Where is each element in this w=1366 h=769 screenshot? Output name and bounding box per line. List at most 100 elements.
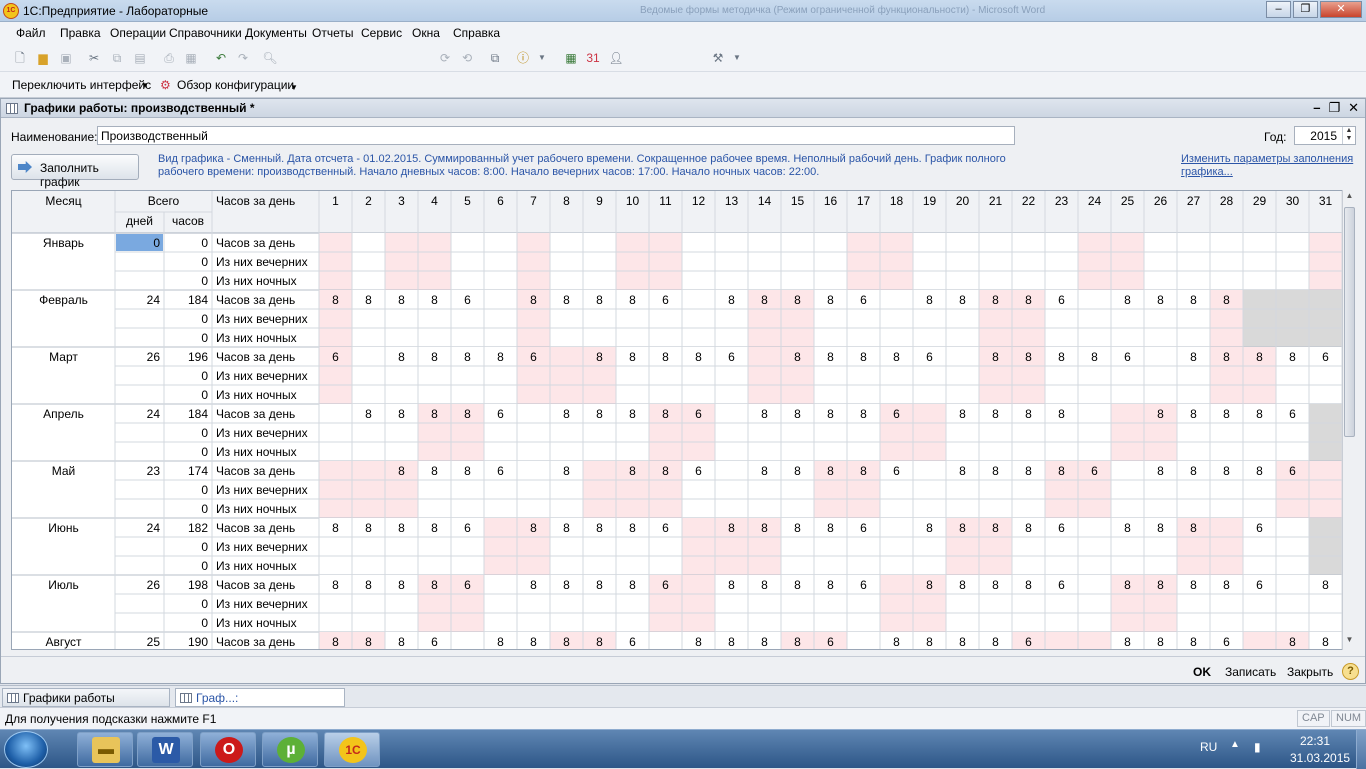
switch-interface-button[interactable]: Переключить интерфейс [12,78,151,92]
find-next-icon[interactable]: ⟳ [437,50,453,66]
tab-work-schedules[interactable]: Графики работы [2,688,170,707]
calculator-icon[interactable]: ▦ [563,50,579,66]
total-days: 24 [147,521,161,535]
close-form-button[interactable]: Закрыть [1287,665,1333,679]
info-icon[interactable]: ⓘ [515,50,531,66]
print-icon[interactable]: ⎙ [161,50,177,66]
chevron-down-icon[interactable]: ▼ [729,50,745,66]
name-field[interactable]: Производственный [97,126,1015,145]
status-hint: Для получения подсказки нажмите F1 [5,712,217,726]
users-icon[interactable]: 👤︎ [608,50,624,66]
scroll-up-icon[interactable]: ▲ [1343,191,1356,205]
vertical-scrollbar[interactable]: ▲ ▼ [1342,190,1356,650]
minimize-icon[interactable]: – [1313,100,1320,116]
open-folder-icon[interactable]: ▆ [35,50,51,66]
day-cell-bg [880,575,913,632]
menu-windows[interactable]: Окна [412,26,440,40]
scroll-thumb[interactable] [1344,207,1355,437]
explorer-taskbar-button[interactable]: ▬ [77,732,133,767]
chevron-down-icon[interactable]: ▼ [534,50,550,66]
day-cell-bg [451,632,484,649]
day-hours: 8 [1223,350,1230,364]
chevron-down-icon[interactable]: ▼ [290,83,298,92]
word-taskbar-button[interactable]: W [137,732,193,767]
battery-icon[interactable]: ▮ [1254,740,1261,754]
show-desktop-button[interactable] [1356,730,1366,769]
tab-schedule-production[interactable]: Граф...: производственный * [175,688,345,719]
menu-file[interactable]: Файл [16,26,46,40]
minimize-button[interactable]: – [1266,1,1291,18]
cut-icon[interactable]: ✂ [86,50,102,66]
header-day-8: 8 [563,194,570,208]
undo-icon[interactable]: ↶ [213,50,229,66]
show-hidden-icon[interactable]: ▲ [1230,739,1240,750]
day-hours: 8 [1322,578,1329,592]
grid-icon [7,693,19,703]
day-hours: 6 [464,293,471,307]
config-overview-button[interactable]: Обзор конфигурации [177,78,294,92]
total-night: 0 [201,445,208,459]
opera-taskbar-button[interactable]: O [200,732,256,767]
day-hours: 8 [1025,578,1032,592]
day-cell-bg [682,290,715,347]
maximize-button[interactable]: ❐ [1293,1,1318,18]
day-hours: 8 [1157,521,1164,535]
day-cell-bg [1309,518,1342,575]
1c-taskbar-button[interactable]: 1С [324,732,380,767]
day-hours: 8 [1157,464,1164,478]
day-hours: 6 [1058,578,1065,592]
schedule-table: Месяц Всего дней часов Часов за день 1 2 3 4 5 6 7 8… [11,190,1356,650]
day-cell-bg [550,233,583,290]
calendar-icon[interactable]: 31 [585,50,601,66]
menu-help[interactable]: Справка [453,26,500,40]
clock-date[interactable]: 31.03.2015 [1290,751,1350,765]
new-document-icon[interactable]: 🗋 [12,50,28,66]
schedule-description: Вид графика - Сменный. Дата отсчета - 01… [158,153,1006,178]
ok-button[interactable]: OK [1193,665,1211,679]
total-night: 0 [201,274,208,288]
day-cell-bg [1210,233,1243,290]
month-name: Май [52,464,76,478]
paste-icon[interactable]: ▤ [132,50,148,66]
save-button[interactable]: Записать [1225,665,1276,679]
copy-icon[interactable]: ⧉ [109,50,125,66]
search-icon[interactable]: 🔍︎ [262,50,278,66]
menu-edit[interactable]: Правка [60,26,101,40]
find-prev-icon[interactable]: ⟲ [459,50,475,66]
background-window-title: Ведомые формы методичка (Режим ограничен… [640,5,1046,16]
scroll-down-icon[interactable]: ▼ [1343,635,1356,649]
redo-icon[interactable]: ↷ [235,50,251,66]
windows-icon[interactable]: ⧉ [487,50,503,66]
day-hours: 6 [860,578,867,592]
close-button[interactable]: ✕ [1320,1,1362,18]
change-params-link[interactable]: Изменить параметры заполнения графика... [1181,153,1361,179]
fill-schedule-button[interactable]: Заполнить график [11,154,139,189]
close-icon[interactable]: ✕ [1348,100,1359,116]
start-button[interactable] [4,731,48,768]
restore-icon[interactable]: ❐ [1328,100,1340,116]
menu-operations[interactable]: Операции [110,26,166,40]
clock-time[interactable]: 22:31 [1300,734,1330,748]
menu-service[interactable]: Сервис [361,26,402,40]
header-day-22: 22 [1022,194,1036,208]
day-hours: 8 [332,578,339,592]
row-label: Из них ночных [216,388,297,402]
day-hours: 8 [728,521,735,535]
day-hours: 6 [1223,635,1230,649]
utorrent-taskbar-button[interactable]: µ [262,732,318,767]
language-indicator[interactable]: RU [1200,740,1217,754]
print-preview-icon[interactable]: ▦ [183,50,199,66]
menu-catalogs[interactable]: Справочники [169,26,242,40]
help-icon[interactable]: ? [1342,663,1359,680]
day-hours: 8 [893,350,900,364]
save-icon[interactable]: ▣ [58,50,74,66]
year-field[interactable]: 2015 ▲ ▼ [1294,126,1356,145]
day-hours: 8 [728,578,735,592]
tools-icon[interactable]: ⚒ [710,50,726,66]
day-hours: 8 [1256,350,1263,364]
year-spinner[interactable]: ▲ ▼ [1342,127,1355,144]
menu-documents[interactable]: Документы [245,26,307,40]
header-hours-per-day: Часов за день [216,194,295,208]
chevron-down-icon[interactable]: ▼ [141,81,149,90]
menu-reports[interactable]: Отчеты [312,26,353,40]
